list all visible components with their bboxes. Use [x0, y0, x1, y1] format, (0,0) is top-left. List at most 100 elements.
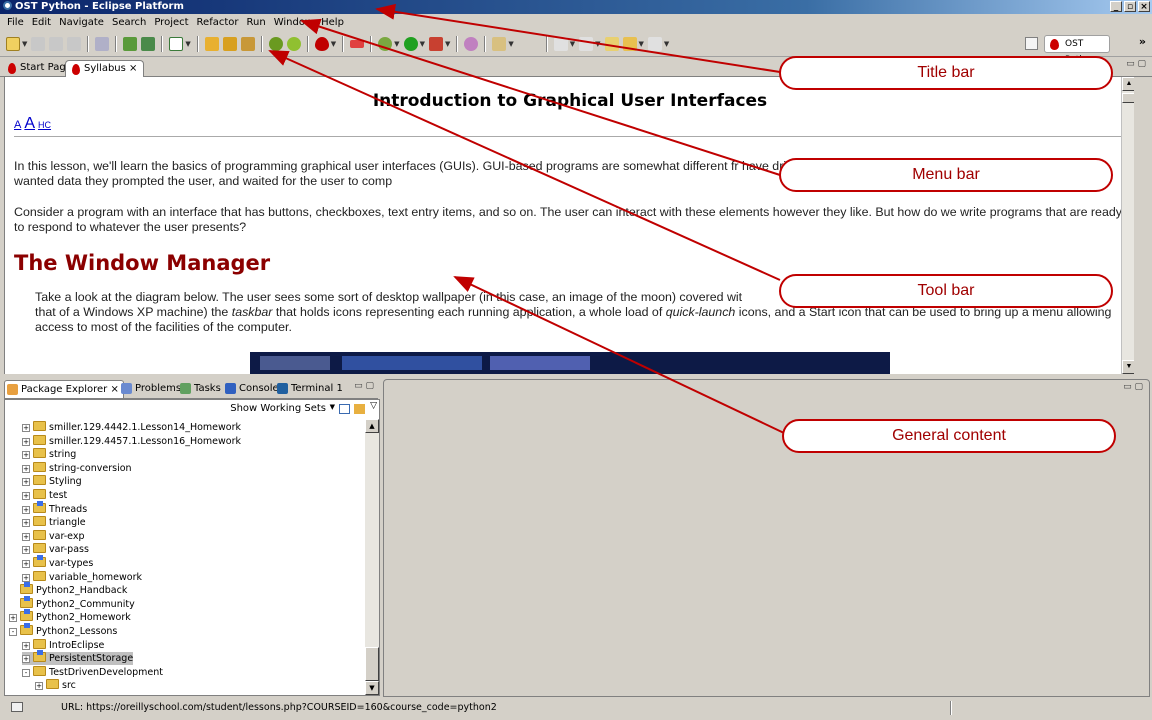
tree-item[interactable]: + smiller.129.4442.1.Lesson14_Homework	[22, 421, 241, 434]
menu-navigate[interactable]: Navigate	[55, 17, 108, 28]
expand-toggle-icon[interactable]: +	[22, 424, 30, 432]
content-scrollbar[interactable]: ▲ ▼	[1121, 77, 1134, 374]
tree-item[interactable]: - TestDrivenDevelopment	[22, 665, 163, 679]
scroll-down-button[interactable]: ▼	[365, 681, 379, 695]
external-tools-icon[interactable]	[428, 36, 443, 51]
menu-file[interactable]: File	[3, 17, 28, 28]
minimize-button[interactable]: _	[1110, 1, 1122, 12]
python-dropdown-icon[interactable]: ▼	[331, 40, 336, 48]
expand-toggle-icon[interactable]: +	[22, 655, 30, 664]
expand-toggle-icon[interactable]: +	[22, 573, 30, 582]
menu-help[interactable]: Help	[317, 17, 348, 28]
expand-toggle-icon[interactable]: +	[22, 464, 30, 473]
expand-toggle-icon[interactable]: +	[9, 614, 17, 623]
annotation-icon[interactable]	[553, 36, 568, 51]
menu-edit[interactable]: Edit	[28, 17, 55, 28]
tree-item[interactable]: + variable_homework	[22, 570, 142, 584]
view-minmax-icon[interactable]: ▭ ▢	[1123, 382, 1143, 392]
back-dropdown-icon[interactable]: ▼	[639, 40, 644, 48]
tree-item[interactable]: + test	[22, 489, 67, 502]
run-dropdown-icon[interactable]: ▼	[420, 40, 425, 48]
title-bar[interactable]: OST Python - Eclipse Platform _ ▫ ×	[0, 0, 1152, 14]
tab-console[interactable]: Console	[223, 380, 283, 398]
tree-item[interactable]: + src	[35, 679, 76, 692]
browser-icon[interactable]	[464, 36, 479, 51]
toolbar-overflow-icon[interactable]: »	[1139, 35, 1146, 48]
print-icon[interactable]	[67, 36, 82, 51]
tab-syllabus[interactable]: Syllabus ⨯	[65, 60, 145, 77]
tree-item[interactable]: + string-conversion	[22, 461, 132, 475]
expand-toggle-icon[interactable]: +	[22, 519, 30, 528]
tree-item[interactable]: + var-types	[22, 555, 93, 570]
run-icon[interactable]	[403, 36, 418, 51]
forward-dropdown-icon[interactable]: ▼	[664, 40, 669, 48]
tree-item[interactable]: + var-pass	[22, 543, 89, 556]
tab-terminal[interactable]: Terminal 1	[275, 380, 347, 398]
new-java-project-icon[interactable]	[222, 36, 237, 51]
menu-project[interactable]: Project	[150, 17, 192, 28]
menu-run[interactable]: Run	[243, 17, 270, 28]
expand-toggle-icon[interactable]: +	[22, 641, 30, 650]
new-icon[interactable]	[6, 36, 20, 51]
last-edit-dropdown-icon[interactable]: ▼	[595, 40, 600, 48]
tree-item[interactable]: + Threads	[22, 500, 87, 516]
terminal-icon[interactable]	[95, 36, 110, 51]
forward-arrow-icon[interactable]	[647, 36, 662, 51]
tree-item[interactable]: + PersistentStorage	[22, 650, 134, 666]
pencil-dropdown-icon[interactable]: ▼	[508, 40, 513, 48]
expand-toggle-icon[interactable]: -	[9, 628, 17, 636]
working-sets-dropdown-icon[interactable]: ▼	[330, 403, 335, 411]
scroll-thumb[interactable]	[1122, 93, 1134, 103]
scroll-up-button[interactable]: ▲	[1122, 77, 1134, 91]
debug-icon[interactable]	[268, 36, 283, 51]
download-icon[interactable]	[141, 36, 156, 51]
last-edit-icon[interactable]	[579, 36, 594, 51]
tree-item[interactable]: + triangle	[22, 516, 86, 529]
expand-toggle-icon[interactable]: +	[22, 451, 30, 460]
tab-package-explorer[interactable]: Package Explorer ⨯	[4, 380, 124, 398]
expand-toggle-icon[interactable]: +	[22, 505, 30, 514]
maximize-button[interactable]: ▫	[1124, 1, 1136, 12]
expand-toggle-icon[interactable]: +	[22, 492, 30, 500]
expand-toggle-icon[interactable]: +	[22, 532, 30, 541]
back-icon[interactable]	[604, 36, 619, 51]
expand-toggle-icon[interactable]: +	[35, 682, 43, 691]
collapse-all-icon[interactable]	[339, 404, 350, 414]
perspective-switcher[interactable]: OST Python	[1044, 35, 1110, 65]
open-folder-icon[interactable]	[204, 36, 219, 51]
expand-toggle-icon[interactable]: -	[22, 668, 30, 677]
view-minmax-icon[interactable]: ▭ ▢	[354, 381, 374, 391]
fast-view-icon[interactable]	[11, 702, 23, 712]
annotation-dropdown-icon[interactable]: ▼	[570, 40, 575, 48]
close-button[interactable]: ×	[1138, 1, 1150, 12]
tree-item[interactable]: + var-exp	[22, 529, 85, 543]
tree-item[interactable]: + Styling	[22, 475, 82, 488]
tree-item[interactable]: - Python2_Lessons	[9, 623, 117, 638]
upload-icon[interactable]	[123, 36, 138, 51]
tab-tasks[interactable]: Tasks	[178, 380, 225, 398]
editor-minmax-icon[interactable]: ▭ ▢	[1126, 59, 1146, 69]
gear-icon[interactable]	[378, 36, 393, 51]
font-small-link[interactable]: A	[14, 119, 21, 131]
view-menu-icon[interactable]: ▽	[370, 401, 377, 411]
new-package-icon[interactable]	[240, 36, 255, 51]
task-dropdown-icon[interactable]: ▼	[185, 40, 190, 48]
menu-window[interactable]: Window	[270, 17, 317, 28]
new-dropdown-icon[interactable]: ▼	[22, 40, 27, 48]
expand-toggle-icon[interactable]: +	[22, 478, 30, 487]
menu-refactor[interactable]: Refactor	[193, 17, 243, 28]
back-arrow-icon[interactable]	[622, 36, 637, 51]
tree-item[interactable]: + string	[22, 448, 76, 461]
open-perspective-icon[interactable]	[1025, 37, 1038, 50]
tree-item[interactable]: + IntroEclipse	[22, 638, 104, 652]
expand-toggle-icon[interactable]: +	[22, 437, 30, 446]
expand-toggle-icon[interactable]: +	[22, 546, 30, 555]
font-large-link[interactable]: A	[24, 115, 35, 132]
expand-toggle-icon[interactable]: +	[22, 560, 30, 568]
pencil-icon[interactable]	[492, 36, 507, 51]
api-icon[interactable]	[350, 39, 365, 48]
python-drop-icon[interactable]	[314, 36, 329, 51]
tree-item[interactable]: + smiller.129.4457.1.Lesson16_Homework	[22, 434, 241, 448]
gear-dropdown-icon[interactable]: ▼	[394, 40, 399, 48]
tab-problems[interactable]: Problems	[119, 380, 185, 398]
